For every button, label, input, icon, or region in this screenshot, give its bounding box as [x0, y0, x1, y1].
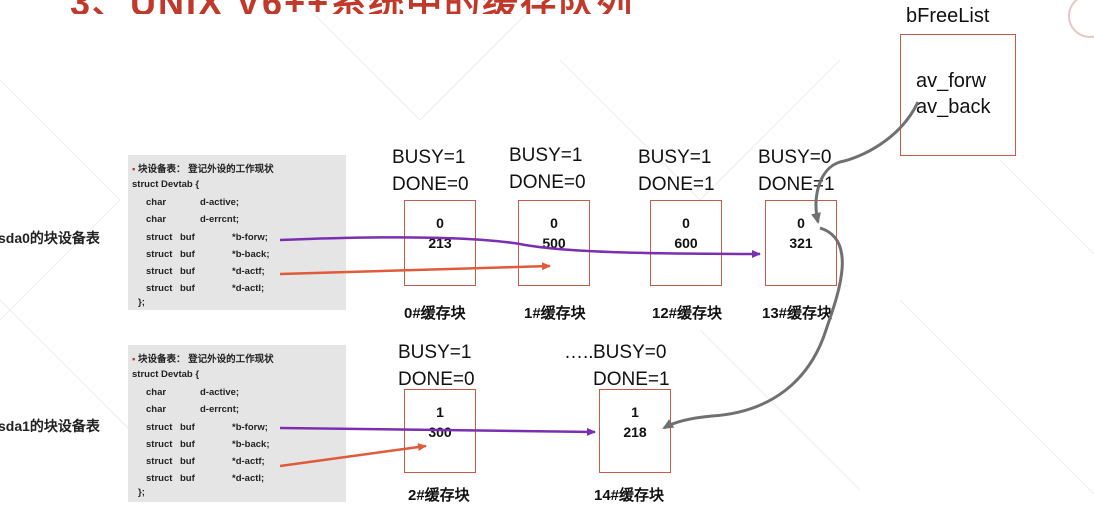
active-arrow: [279, 443, 427, 468]
freelist-arrow: [811, 101, 920, 224]
queue-arrow: [279, 236, 761, 258]
active-arrow: [279, 262, 551, 276]
arrow-layer: [279, 101, 920, 468]
queue-arrow: [279, 426, 596, 436]
freelist-arrow: [662, 226, 844, 430]
